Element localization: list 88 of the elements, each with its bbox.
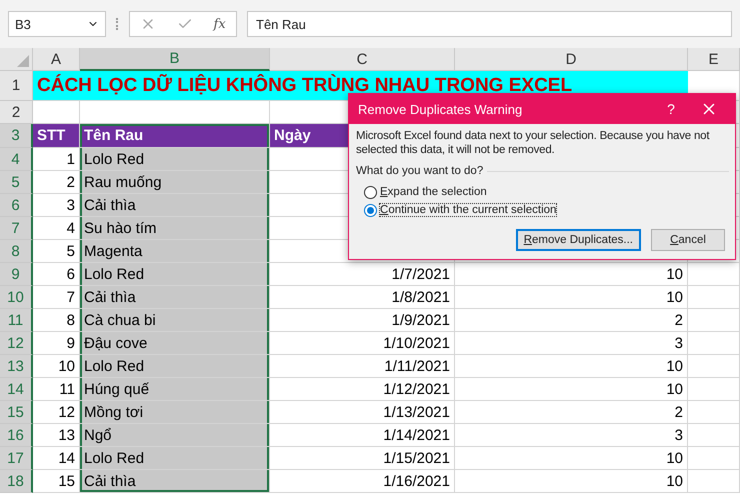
table-cell: 1/10/2021 (270, 332, 455, 355)
cancel-button[interactable]: Cancel (651, 229, 725, 251)
table-cell: Lolo Red (80, 148, 270, 171)
row-header[interactable]: 14 (0, 378, 33, 401)
table-cell: 1/8/2021 (270, 286, 455, 309)
table-cell: 5 (33, 240, 80, 263)
table-cell: 1/16/2021 (270, 470, 455, 493)
row-header[interactable]: 9 (0, 263, 33, 286)
table-cell: Húng quế (80, 378, 270, 401)
table-cell: 9 (33, 332, 80, 355)
table-cell: 2 (455, 401, 688, 424)
table-cell: Cải thìa (80, 194, 270, 217)
row-header[interactable]: 15 (0, 401, 33, 424)
table-cell: 4 (33, 217, 80, 240)
row-header[interactable]: 1 (0, 71, 33, 101)
table-cell: 2 (33, 171, 80, 194)
header-cell: Tên Rau (80, 124, 270, 148)
table-cell: Rau muống (80, 171, 270, 194)
row-header[interactable]: 2 (0, 101, 33, 124)
row-header[interactable]: 11 (0, 309, 33, 332)
column-header[interactable]: A (33, 48, 80, 71)
table-cell: 6 (33, 263, 80, 286)
table-cell: Ngổ (80, 424, 270, 447)
cell-reference: B3 (15, 16, 31, 32)
column-header[interactable]: B (80, 48, 270, 71)
row-header[interactable]: 6 (0, 194, 33, 217)
column-header[interactable]: E (688, 48, 740, 71)
formula-field[interactable]: Tên Rau (247, 11, 732, 37)
table-cell: 1/7/2021 (270, 263, 455, 286)
table-cell: 14 (33, 447, 80, 470)
table-cell: Cải thìa (80, 286, 270, 309)
table-cell: 1/15/2021 (270, 447, 455, 470)
table-cell: Su hào tím (80, 217, 270, 240)
row-header[interactable]: 16 (0, 424, 33, 447)
question-label: What do you want to do? (356, 165, 484, 177)
radio-button[interactable] (364, 186, 377, 198)
option-label[interactable]: Continue with the current selection (380, 204, 556, 216)
table-cell: 8 (33, 309, 80, 332)
row-header[interactable]: 3 (0, 124, 33, 148)
table-cell: 1/13/2021 (270, 401, 455, 424)
table-cell: 10 (455, 378, 688, 401)
table-cell: 1/11/2021 (270, 355, 455, 378)
table-cell: 10 (455, 447, 688, 470)
row-header[interactable]: 13 (0, 355, 33, 378)
table-cell: 1/12/2021 (270, 378, 455, 401)
table-cell: 1/9/2021 (270, 309, 455, 332)
table-cell: Cải thìa (80, 470, 270, 493)
table-cell: 2 (455, 309, 688, 332)
row-header[interactable]: 10 (0, 286, 33, 309)
table-cell: Lolo Red (80, 447, 270, 470)
table-cell: 7 (33, 286, 80, 309)
insert-function-button[interactable]: fx (214, 16, 226, 32)
table-cell: 10 (455, 286, 688, 309)
table-cell: 10 (33, 355, 80, 378)
table-cell: 15 (33, 470, 80, 493)
table-cell: Cà chua bi (80, 309, 270, 332)
dialog-title: Remove Duplicates Warning (358, 102, 524, 116)
row-header[interactable]: 18 (0, 470, 33, 493)
table-cell: Magenta (80, 240, 270, 263)
table-cell: 3 (455, 332, 688, 355)
option-label[interactable]: Expand the selection (380, 186, 487, 198)
row-header[interactable]: 12 (0, 332, 33, 355)
table-cell: 1/14/2021 (270, 424, 455, 447)
row-header[interactable]: 5 (0, 171, 33, 194)
radio-button[interactable] (364, 204, 377, 216)
column-header[interactable]: C (270, 48, 455, 71)
row-header[interactable]: 7 (0, 217, 33, 240)
help-button[interactable]: ? (651, 101, 691, 117)
name-box[interactable]: B3 (8, 11, 106, 37)
row-header[interactable]: 17 (0, 447, 33, 470)
table-cell: 10 (455, 263, 688, 286)
table-cell: 11 (33, 378, 80, 401)
table-cell: Lolo Red (80, 263, 270, 286)
table-cell: Đậu cove (80, 332, 270, 355)
column-header[interactable]: D (455, 48, 688, 71)
table-cell: 10 (455, 355, 688, 378)
table-cell: 1 (33, 148, 80, 171)
row-header[interactable]: 8 (0, 240, 33, 263)
table-cell: 12 (33, 401, 80, 424)
table-cell: 3 (33, 194, 80, 217)
table-cell: 3 (455, 424, 688, 447)
table-cell: 13 (33, 424, 80, 447)
remove-duplicates-button[interactable]: Remove Duplicates... (516, 229, 641, 251)
row-header[interactable]: 4 (0, 148, 33, 171)
table-cell: 10 (455, 470, 688, 493)
table-cell: Lolo Red (80, 355, 270, 378)
table-cell: Mồng tơi (80, 401, 270, 424)
header-cell: STT (33, 124, 80, 148)
